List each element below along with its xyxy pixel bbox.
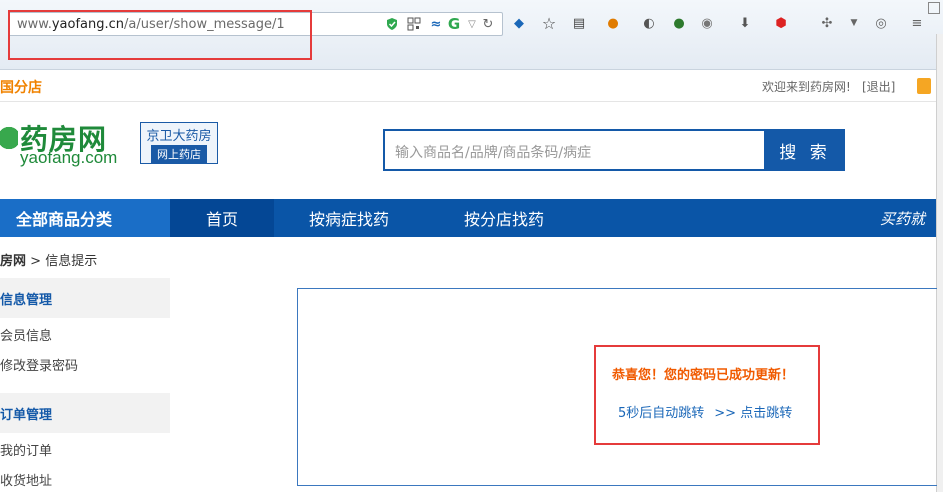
nav-by-branch[interactable]: 按分店找药 (464, 199, 544, 237)
nav-slogan: 买药就 (880, 210, 926, 228)
chevron-down-icon[interactable]: ▼ (845, 14, 863, 32)
sidebar-item-address[interactable]: 收货地址 (0, 470, 52, 489)
download-icon[interactable]: ⬇ (736, 14, 754, 32)
region-label[interactable]: 国分店 (0, 77, 42, 97)
star-icon[interactable]: ☆ (540, 14, 558, 33)
breadcrumb-current: 信息提示 (45, 254, 98, 269)
window-restore-icon[interactable] (928, 2, 940, 14)
g-extension-icon[interactable]: G (445, 15, 463, 33)
sidebar-item-change-password[interactable]: 修改登录密码 (0, 355, 78, 374)
leaf-logo-icon (0, 126, 18, 156)
browser-toolbar: www.yaofang.cn/a/user/show_message/1 ≈ G… (0, 0, 943, 70)
tool-icon[interactable]: ✣ (818, 14, 836, 32)
nav-all-categories[interactable]: 全部商品分类 (0, 199, 170, 237)
search-placeholder: 输入商品名/品牌/商品条码/病症 (395, 145, 592, 161)
message-highlight-box: 恭喜您！您的密码已成功更新！ 5秒后自动跳转 >> 点击跳转 (594, 345, 820, 445)
click-redirect-link[interactable]: >> 点击跳转 (714, 406, 792, 421)
shop-badge[interactable]: 京卫大药房 网上药店 (140, 122, 218, 164)
breadcrumb: 房网 > 信息提示 (0, 250, 97, 269)
breadcrumb-separator: > (30, 254, 42, 269)
qr-code-icon[interactable] (405, 15, 423, 33)
main-nav: 全部商品分类 首页 按病症找药 按分店找药 买药就 (0, 199, 936, 237)
sidebar-heading-info: 信息管理 (0, 278, 170, 318)
bookmark-pin-icon[interactable]: ◆ (510, 14, 528, 32)
shield-icon[interactable] (383, 15, 401, 33)
shop-subtitle: 网上药店 (151, 145, 207, 163)
globe-icon[interactable]: ◎ (872, 14, 890, 32)
url-highlight-box (8, 10, 312, 60)
addon-gray-icon[interactable]: ◉ (698, 14, 716, 32)
reload-icon[interactable]: ↻ (479, 15, 497, 33)
shop-name: 京卫大药房 (146, 129, 212, 144)
redirect-line: 5秒后自动跳转 >> 点击跳转 (618, 402, 792, 421)
logo-domain: yaofang.com (20, 148, 118, 167)
nav-by-symptom[interactable]: 按病症找药 (309, 199, 389, 237)
breadcrumb-home[interactable]: 房网 (0, 254, 26, 269)
sidebar-heading-orders: 订单管理 (0, 393, 170, 433)
menu-icon[interactable]: ≡ (908, 14, 926, 32)
nav-home[interactable]: 首页 (170, 199, 274, 237)
success-message: 恭喜您！您的密码已成功更新！ (612, 368, 795, 383)
sidebar-item-member-info[interactable]: 会员信息 (0, 325, 52, 344)
auto-redirect-text: 5秒后自动跳转 (618, 406, 705, 421)
sidebar-item-my-orders[interactable]: 我的订单 (0, 440, 52, 459)
adblock-icon[interactable]: ⬢ (772, 14, 790, 32)
wave-icon[interactable]: ≈ (427, 15, 445, 33)
sidebar: 信息管理 会员信息 修改登录密码 订单管理 我的订单 收货地址 (0, 278, 170, 492)
welcome-text: 欢迎来到药房网! (762, 80, 851, 94)
scrollbar[interactable] (936, 34, 943, 492)
search-input[interactable]: 输入商品名/品牌/商品条码/病症 (383, 129, 766, 171)
search-button[interactable]: 搜 索 (765, 129, 845, 171)
firefox-icon[interactable]: ● (604, 14, 622, 32)
site-logo[interactable]: 药房网 yaofang.com (0, 118, 130, 168)
library-icon[interactable]: ▤ (570, 14, 588, 32)
logout-link[interactable]: [退出] (862, 78, 895, 95)
palette-icon[interactable]: ◐ (640, 14, 658, 32)
notice-icon[interactable] (917, 78, 931, 94)
site-topbar: 国分店 欢迎来到药房网! [退出] (0, 70, 936, 102)
addon-green-icon[interactable]: ● (670, 14, 688, 32)
